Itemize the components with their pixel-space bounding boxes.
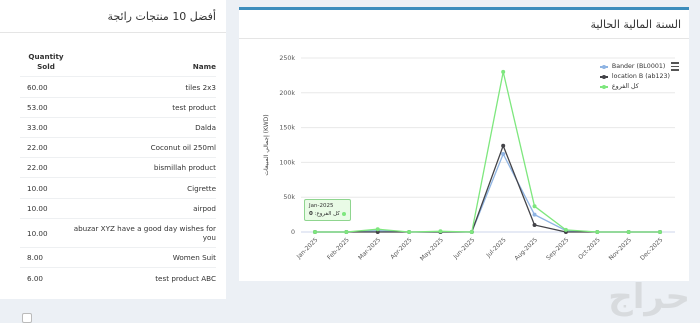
legend-label: كل الفروع xyxy=(611,83,639,90)
legend-marker xyxy=(601,84,606,89)
data-point xyxy=(658,230,662,234)
series-line xyxy=(315,71,660,233)
y-tick-label: 0 xyxy=(291,229,295,236)
product-name-cell: test product xyxy=(72,97,216,118)
data-point xyxy=(532,212,537,217)
tooltip-series: كل الفروع xyxy=(316,211,340,217)
x-tick-label: Aug-2025 xyxy=(513,236,539,262)
product-name-cell: Cigrette xyxy=(72,177,216,199)
y-tick-label: 200k xyxy=(279,90,295,97)
data-point xyxy=(313,230,317,234)
top-products-title: أفضل 10 منتجات رائجة xyxy=(107,10,216,23)
quantity-sold-header[interactable]: Quantity Sold xyxy=(20,52,72,77)
product-name-cell: test product ABC xyxy=(72,267,216,289)
product-name-cell: Coconut oil 250ml xyxy=(72,137,216,158)
top-products-panel: أفضل 10 منتجات رائجة Quantity Sold Name … xyxy=(0,0,226,299)
data-point xyxy=(532,204,537,209)
series-line xyxy=(315,152,660,233)
chart-legend: Bander (BL0001) location B (ab123) كل ال… xyxy=(599,62,670,92)
x-tick-label: Sep-2025 xyxy=(545,236,570,261)
data-point xyxy=(375,227,380,232)
table-row: 22.00 bismillah product xyxy=(20,157,216,178)
table-row: 33.00 Dalda xyxy=(20,117,216,138)
data-point xyxy=(532,223,537,228)
data-point xyxy=(501,152,506,157)
product-name-cell: airpod xyxy=(72,198,216,219)
fiscal-year-chart-panel: السنة المالية الحالية 0 50k 100k 150k 200k 25… xyxy=(239,7,689,281)
x-tick-label: Nov-2025 xyxy=(608,236,634,262)
table-row: 22.00 Coconut oil 250ml xyxy=(20,137,216,158)
data-point xyxy=(469,230,474,234)
chart-tooltip: Jan-2025 كل الفروع: 0 xyxy=(304,199,351,221)
quantity-cell: 22.00 xyxy=(20,157,72,178)
table-row: 10.00 Cigrette xyxy=(20,177,216,199)
table-row: 8.00 Women Suit xyxy=(20,247,216,268)
quantity-cell: 22.00 xyxy=(20,137,72,158)
checkbox[interactable] xyxy=(22,313,32,323)
table-row: 60.00 tiles 2x3 xyxy=(20,76,216,98)
table-row: 6.00 test product ABC xyxy=(20,267,216,289)
data-point xyxy=(595,230,600,234)
hamburger-menu-icon[interactable] xyxy=(671,62,679,73)
legend-item[interactable]: location B (ab123) xyxy=(599,72,670,82)
y-tick-label: 100k xyxy=(279,159,295,166)
tooltip-marker xyxy=(341,211,346,216)
data-point xyxy=(344,230,349,234)
title-divider xyxy=(0,32,226,33)
y-axis-label: إجمالي المبيعات (KWD) xyxy=(263,114,270,175)
sales-line-chart: 0 50k 100k 150k 200k 250k إجمالي المبيعات (KWD… xyxy=(263,55,675,262)
quantity-cell: 10.00 xyxy=(20,218,72,248)
legend-label: Bander (BL0001) xyxy=(611,63,666,70)
legend-label: location B (ab123) xyxy=(611,73,670,80)
x-tick-label: Apr-2025 xyxy=(389,236,413,260)
data-point xyxy=(407,230,412,234)
y-tick-label: 250k xyxy=(279,55,295,62)
tooltip-row: كل الفروع: 0 xyxy=(309,210,346,218)
quantity-cell: 10.00 xyxy=(20,177,72,199)
x-tick-label: Feb-2025 xyxy=(326,236,351,261)
data-point xyxy=(626,230,631,234)
product-name-cell: abuzar XYZ have a good day wishes for yo… xyxy=(72,218,216,248)
quantity-cell: 10.00 xyxy=(20,198,72,219)
x-tick-label: Jan-2025 xyxy=(295,236,320,261)
table-row: 10.00 airpod xyxy=(20,198,216,219)
table-row: 53.00 test product xyxy=(20,97,216,118)
data-point xyxy=(438,229,443,234)
name-header[interactable]: Name xyxy=(72,52,216,77)
table-row: 10.00 abuzar XYZ have a good day wishes f… xyxy=(20,218,216,248)
product-name-cell: Dalda xyxy=(72,117,216,138)
quantity-cell: 8.00 xyxy=(20,247,72,268)
product-name-cell: tiles 2x3 xyxy=(72,76,216,98)
legend-marker xyxy=(601,64,606,69)
quantity-cell: 33.00 xyxy=(20,117,72,138)
tooltip-month: Jan-2025 xyxy=(309,203,334,209)
legend-marker xyxy=(601,74,606,79)
table-header-row: Quantity Sold Name xyxy=(20,52,216,77)
data-point xyxy=(563,227,568,232)
x-tick-label: Jul-2025 xyxy=(484,236,507,259)
quantity-cell: 53.00 xyxy=(20,97,72,118)
x-tick-label: Dec-2025 xyxy=(639,236,665,262)
series-line xyxy=(315,143,660,233)
product-name-cell: Women Suit xyxy=(72,247,216,268)
top-products-table: Quantity Sold Name 60.00 tiles 2x3 53.00 t… xyxy=(20,52,216,289)
x-tick-label: Jun-2025 xyxy=(452,236,477,261)
watermark-logo: حراج xyxy=(608,277,690,317)
legend-item[interactable]: Bander (BL0001) xyxy=(599,62,670,72)
legend-item[interactable]: كل الفروع xyxy=(599,82,670,92)
x-tick-label: Oct-2025 xyxy=(577,236,602,261)
data-point xyxy=(501,69,506,74)
y-tick-label: 50k xyxy=(283,194,295,201)
y-tick-label: 150k xyxy=(279,125,295,132)
quantity-cell: 6.00 xyxy=(20,267,72,289)
x-tick-label: May-2025 xyxy=(419,236,445,262)
data-point xyxy=(501,143,506,148)
tooltip-value: 0 xyxy=(309,211,313,217)
product-name-cell: bismillah product xyxy=(72,157,216,178)
quantity-cell: 60.00 xyxy=(20,76,72,98)
x-tick-label: Mar-2025 xyxy=(357,236,382,261)
